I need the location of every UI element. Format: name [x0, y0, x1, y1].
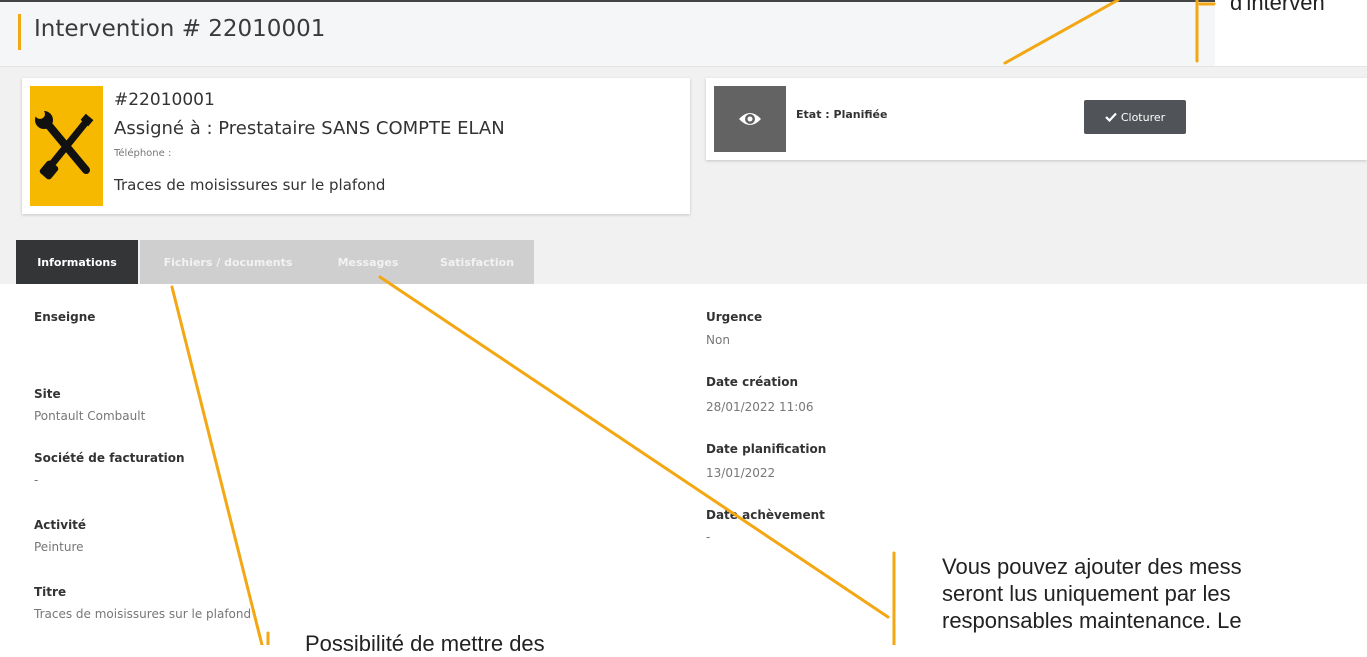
field-label-titre: Titre	[34, 585, 67, 599]
field-label-date-achevement: Date achèvement	[706, 508, 825, 522]
field-value-date-creation: 28/01/2022 11:06	[706, 400, 814, 414]
tab-informations[interactable]: Informations	[16, 240, 138, 284]
annotation-messages: Vous pouvez ajouter des mess seront lus …	[942, 553, 1242, 634]
annotation-top-right: d'interven	[1230, 0, 1325, 15]
intervention-card: #22010001 Assigné à : Prestataire SANS C…	[22, 78, 690, 214]
field-value-societe: -	[34, 473, 39, 487]
field-label-enseigne: Enseigne	[34, 310, 96, 324]
field-label-societe: Société de facturation	[34, 451, 185, 465]
field-value-urgence: Non	[706, 333, 730, 347]
annotation-files: Possibilité de mettre des	[305, 631, 545, 656]
page-title: Intervention # 22010001	[34, 16, 326, 42]
annotation-messages-line-2: seront lus uniquement par les	[942, 581, 1231, 606]
status-text: Etat : Planifiée	[796, 108, 888, 121]
field-label-date-planification: Date planification	[706, 442, 827, 456]
field-value-site: Pontault Combault	[34, 409, 146, 423]
field-value-titre: Traces de moisissures sur le plafond	[34, 607, 252, 621]
annotation-messages-line-3: responsables maintenance. Le	[942, 608, 1242, 633]
check-icon	[1105, 112, 1117, 122]
close-intervention-button[interactable]: Cloturer	[1084, 100, 1186, 134]
eye-icon[interactable]	[714, 86, 786, 152]
field-label-site: Site	[34, 387, 61, 401]
pointer-line-files	[170, 285, 264, 645]
field-label-urgence: Urgence	[706, 310, 763, 324]
field-value-activite: Peinture	[34, 540, 84, 554]
assigned-to: Assigné à : Prestataire SANS COMPTE ELAN	[114, 118, 505, 139]
field-value-date-planification: 13/01/2022	[706, 466, 776, 480]
field-value-date-achevement: -	[706, 530, 711, 544]
annotation-messages-line-1: Vous pouvez ajouter des mess	[942, 554, 1242, 579]
tab-fichiers-documents[interactable]: Fichiers / documents	[140, 240, 316, 284]
title-accent-bar	[18, 14, 21, 50]
tab-satisfaction[interactable]: Satisfaction	[420, 240, 534, 284]
intervention-number: #22010001	[114, 90, 215, 110]
phone-label: Téléphone :	[114, 148, 172, 159]
intervention-description: Traces de moisissures sur le plafond	[114, 176, 386, 194]
close-button-label: Cloturer	[1120, 110, 1166, 124]
field-label-date-creation: Date création	[706, 375, 799, 389]
wrench-screwdriver-icon	[30, 86, 103, 206]
page-header: Intervention # 22010001	[0, 0, 1215, 68]
status-card: Etat : Planifiée Cloturer	[706, 78, 1367, 160]
field-label-activite: Activité	[34, 518, 87, 532]
tab-messages[interactable]: Messages	[316, 240, 420, 284]
